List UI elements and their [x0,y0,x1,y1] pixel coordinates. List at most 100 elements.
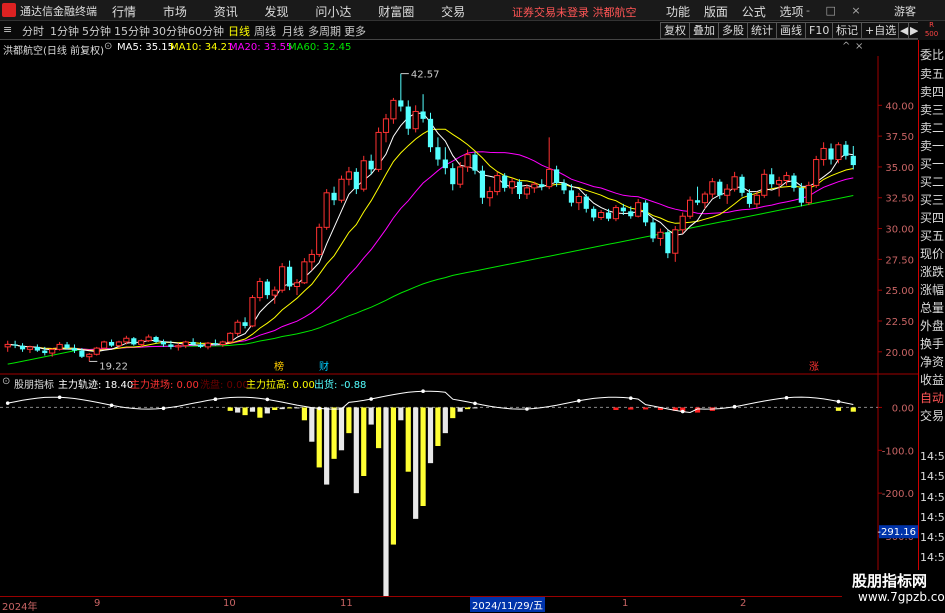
candle-up [175,345,182,348]
tab-period-weekly[interactable]: 周线 [254,23,276,39]
indicator-bar [257,407,263,418]
candle-up [701,193,709,204]
login-notice[interactable]: 证券交易未登录 洪都航空 [512,4,637,20]
tab-period-60min[interactable]: 60分钟 [188,23,224,39]
rc-sell1[interactable]: 卖一 [920,139,945,153]
indicator-track-dot [732,404,737,409]
rc-weibi[interactable]: 委比 [920,48,945,62]
menu-item-layout[interactable]: 版面 [704,5,728,19]
rc-change-pct[interactable]: 涨幅 [920,283,945,297]
indicator-tick-label: 0.00 [892,403,914,414]
candle-down [34,346,40,351]
rc-sell2[interactable]: 卖二 [920,121,945,135]
tab-period-5min[interactable]: 5分钟 [82,23,111,39]
price-tick-label: 40.00 [885,101,914,112]
indicator-track-dot [628,396,633,400]
rc-buy4[interactable]: 买四 [920,211,945,225]
ma10-value: MA10: 34.21 [170,42,234,53]
rc-outer[interactable]: 外盘 [920,319,945,333]
watermark-title: 股朋指标网 [852,572,928,590]
rc-time-2: 14:56 [920,491,945,504]
candle-down [502,175,508,188]
statistics-button[interactable]: 统计 [747,22,777,39]
candle-up [494,175,501,193]
tab-period-monthly[interactable]: 月线 [282,23,304,39]
candle-up [279,266,286,291]
menu-item-function[interactable]: 功能 [666,5,690,19]
rc-buy2[interactable]: 买二 [920,175,945,189]
price-tick-label: 27.50 [885,255,914,266]
tab-period-timeshare[interactable]: 分时 [22,23,44,39]
indicator-bar [294,407,300,409]
tab-period-15min[interactable]: 15分钟 [114,23,150,39]
menu-item-market[interactable]: 行情 [112,5,136,19]
restore-rights-button[interactable]: 复权 [660,22,690,39]
window-controls[interactable]: - □ × [806,4,867,17]
overlay-button[interactable]: 叠加 [689,22,719,39]
tab-period-30min[interactable]: 30分钟 [152,23,188,39]
tab-period-daily[interactable]: 日线 [228,23,250,39]
candle-down [769,174,775,185]
candle-up [412,110,419,130]
indicator-bar [390,407,397,545]
candle-down [798,187,804,203]
menu-item-trade[interactable]: 交易 [441,5,465,19]
menu-item-ask[interactable]: 问小达 [315,5,351,19]
chevron-up-icon[interactable]: ^ [842,41,850,52]
multi-stock-button[interactable]: 多股 [718,22,748,39]
candle-down [331,192,337,201]
rc-sell3[interactable]: 卖三 [920,103,945,117]
rc-net-asset[interactable]: 净资 [920,355,945,369]
rc-volume[interactable]: 总量 [920,301,945,315]
rc-buy1[interactable]: 买一 [920,157,945,171]
tab-period-multi[interactable]: 多周期 [308,23,341,39]
rc-price[interactable]: 现价 [920,247,945,261]
menu-item-options[interactable]: 选项 [780,5,804,19]
menu-item-formula[interactable]: 公式 [742,5,766,19]
candle-down [717,181,723,196]
price-tick-label: 25.00 [885,286,914,297]
stock-name-title[interactable]: 洪都航空(日线 前复权) [3,42,104,57]
rc-time-5: 14:56 [920,551,945,564]
rc-buy5[interactable]: 买五 [920,229,945,243]
candle-down [108,341,115,346]
guest-label[interactable]: 游客 [894,3,916,19]
candle-up [301,261,308,284]
candle-down [583,196,589,209]
rc-earnings[interactable]: 收益 [920,373,945,387]
corner-r-box[interactable]: R 500 [918,21,945,40]
rc-change[interactable]: 涨跌 [920,265,945,279]
mark-button[interactable]: 标记 [832,22,862,39]
tab-period-more[interactable]: 更多 [344,23,366,39]
candle-up [508,181,516,189]
candle-up [724,188,731,196]
candle-up [382,118,390,133]
kline-chart[interactable]: 40.00 37.50 35.00 32.50 30.00 27.50 25.00 22.50… [0,56,918,596]
rc-buy3[interactable]: 买三 [920,193,945,207]
indicator-bar [427,407,434,464]
add-favorite-button[interactable]: +自选 [861,22,901,39]
candle-up [271,289,278,296]
rc-sell4[interactable]: 卖四 [920,85,945,99]
rc-sell5[interactable]: 卖五 [920,67,945,81]
close-pane-icon[interactable]: × [855,41,863,52]
rc-auto[interactable]: 自动 [920,391,945,405]
settings-circle-icon[interactable]: ⊙ [104,41,112,52]
rc-turnover[interactable]: 换手 [920,337,945,351]
candle-down [643,202,649,223]
candle-up [598,212,605,218]
indicator-small-bar [835,407,842,411]
f10-button[interactable]: F10 [805,22,834,39]
draw-line-button[interactable]: 画线 [776,22,806,39]
rc-trade[interactable]: 交易 [920,409,945,423]
candle-up [531,183,538,189]
menu-item-discover[interactable]: 发现 [265,5,289,19]
menu-item-markets[interactable]: 市场 [163,5,187,19]
candle-down [539,184,545,187]
indicator-track-dot [421,389,425,393]
menu-item-wealth[interactable]: 财富圈 [378,5,414,19]
menu-icon[interactable]: ≡ [3,23,12,36]
menu-item-news[interactable]: 资讯 [214,5,238,19]
tab-period-1min[interactable]: 1分钟 [50,23,79,39]
rc-time-1: 14:56 [920,470,945,483]
